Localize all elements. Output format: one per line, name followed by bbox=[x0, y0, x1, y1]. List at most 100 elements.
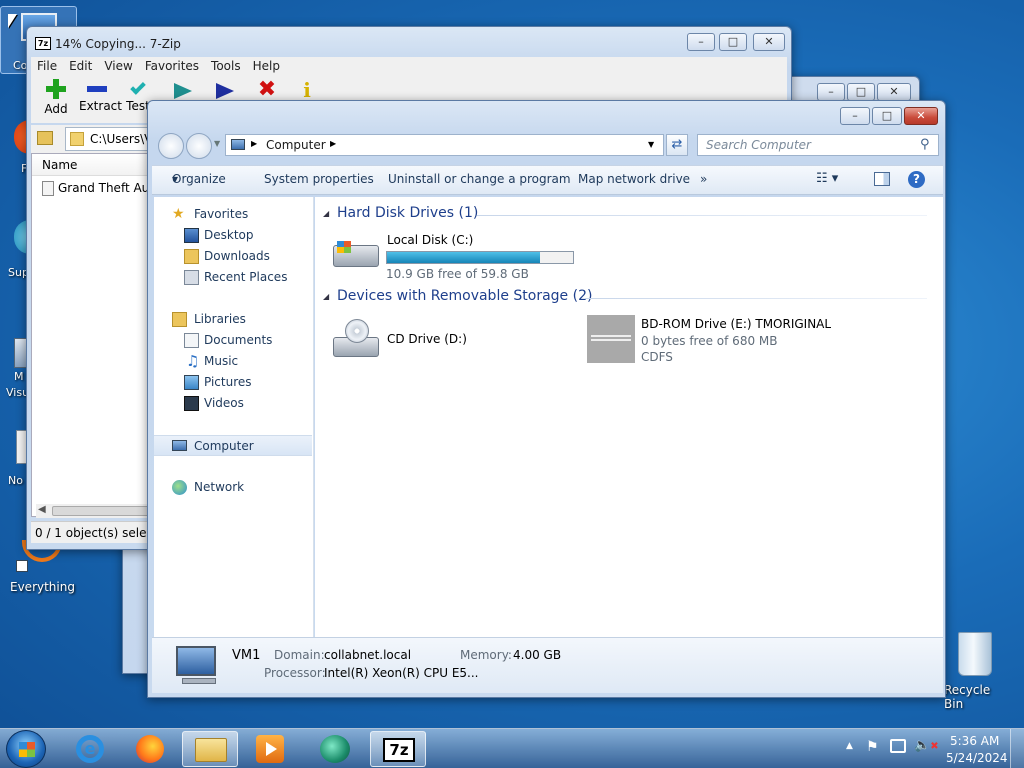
close-button[interactable]: ✕ bbox=[753, 33, 785, 51]
minimize-button[interactable]: – bbox=[687, 33, 715, 51]
menu-help[interactable]: Help bbox=[247, 57, 286, 75]
nav-pictures[interactable]: Pictures bbox=[154, 372, 312, 393]
breadcrumb[interactable]: Computer bbox=[266, 138, 326, 152]
search-placeholder: Search Computer bbox=[706, 138, 811, 152]
nav-downloads[interactable]: Downloads bbox=[154, 246, 312, 267]
sevenzip-title-icon: 7z bbox=[35, 37, 51, 50]
disk-usage-fill bbox=[387, 252, 540, 263]
menu-favorites[interactable]: Favorites bbox=[139, 57, 205, 75]
drive-name: BD-ROM Drive (E:) TMORIGINAL bbox=[641, 317, 832, 331]
taskbar-media-player[interactable] bbox=[242, 731, 298, 767]
close-button[interactable]: ✕ bbox=[877, 83, 911, 101]
network-tray-icon[interactable] bbox=[890, 739, 906, 753]
drive-item-c[interactable]: Local Disk (C:) 10.9 GB free of 59.8 GB bbox=[331, 231, 581, 281]
file-name: Grand Theft Auto bbox=[58, 181, 162, 195]
clock-time[interactable]: 5:36 AM bbox=[950, 734, 999, 748]
action-center-flag-icon[interactable]: ⚑ bbox=[866, 739, 879, 755]
taskbar-app[interactable] bbox=[306, 731, 362, 767]
refresh-button[interactable]: ⇄ bbox=[666, 134, 688, 156]
nav-computer[interactable]: Computer bbox=[154, 435, 312, 456]
extract-button[interactable]: Extract bbox=[79, 79, 122, 113]
minimize-button[interactable]: – bbox=[840, 107, 870, 125]
clock-date[interactable]: 5/24/2024 bbox=[946, 751, 1008, 765]
taskbar-ie[interactable]: e bbox=[62, 731, 118, 767]
volume-muted-icon[interactable]: 🔈✖ bbox=[914, 738, 939, 753]
up-folder-icon[interactable] bbox=[37, 131, 53, 145]
nav-favorites[interactable]: ★ Favorites bbox=[154, 204, 312, 225]
show-desktop-button[interactable] bbox=[1010, 729, 1024, 768]
maximize-button[interactable]: □ bbox=[719, 33, 747, 51]
nav-desktop[interactable]: Desktop bbox=[154, 225, 312, 246]
uninstall-program-button[interactable]: Uninstall or change a program bbox=[388, 166, 571, 192]
file-icon bbox=[42, 181, 54, 196]
drive-item-d[interactable]: CD Drive (D:) bbox=[331, 315, 581, 363]
menu-file[interactable]: File bbox=[31, 57, 63, 75]
nav-network[interactable]: Network bbox=[154, 477, 312, 498]
windows-logo-icon bbox=[337, 241, 351, 253]
nav-libraries[interactable]: Libraries bbox=[154, 309, 312, 330]
minimize-button[interactable]: – bbox=[817, 83, 845, 101]
collapse-arrow-icon[interactable]: ◢ bbox=[323, 209, 329, 218]
minus-icon bbox=[87, 86, 107, 92]
info-button[interactable]: i bbox=[297, 79, 317, 101]
drive-free-space: 10.9 GB free of 59.8 GB bbox=[386, 267, 529, 281]
close-button[interactable]: ✕ bbox=[904, 107, 938, 125]
collapse-arrow-icon[interactable]: ◢ bbox=[323, 292, 329, 301]
nav-recent-places[interactable]: Recent Places bbox=[154, 267, 312, 288]
domain-label: Domain: bbox=[274, 648, 325, 662]
command-bar: Organize ▾ System properties Uninstall o… bbox=[152, 165, 943, 195]
desktop-icon-recycle-bin[interactable]: Recycle Bin bbox=[940, 630, 1012, 711]
nav-documents[interactable]: Documents bbox=[154, 330, 312, 351]
drive-item-e[interactable]: BD-ROM Drive (E:) TMORIGINAL 0 bytes fre… bbox=[587, 315, 887, 367]
taskbar-explorer[interactable] bbox=[182, 731, 238, 767]
address-dropdown-icon[interactable]: ▼ bbox=[648, 140, 654, 149]
nav-music[interactable]: ♫ Music bbox=[154, 351, 312, 372]
breadcrumb-chevron-icon[interactable]: ▶ bbox=[330, 139, 336, 148]
toolbar-label: Add bbox=[44, 102, 68, 116]
organize-button[interactable]: Organize ▾ bbox=[172, 166, 226, 192]
breadcrumb-chevron-icon: ▶ bbox=[251, 139, 258, 148]
recent-pages-chevron-icon[interactable]: ▼ bbox=[214, 139, 220, 148]
more-commands-button[interactable]: » bbox=[700, 166, 707, 192]
menu-tools[interactable]: Tools bbox=[205, 57, 247, 75]
delete-x-icon: ✖ bbox=[257, 77, 277, 102]
computer-name: VM1 bbox=[232, 648, 261, 663]
check-icon bbox=[130, 79, 146, 95]
forward-button[interactable] bbox=[186, 133, 212, 159]
search-input[interactable]: Search Computer ⚲ bbox=[697, 134, 939, 156]
maximize-button[interactable]: □ bbox=[872, 107, 902, 125]
drive-name: Local Disk (C:) bbox=[387, 233, 474, 247]
section-hard-disks[interactable]: Hard Disk Drives (1) bbox=[337, 205, 478, 221]
desktop-icon-label: Everything bbox=[10, 580, 75, 594]
copy-arrow-icon bbox=[174, 83, 192, 99]
taskbar-7zip[interactable]: 7z bbox=[370, 731, 426, 767]
explorer-window[interactable]: – □ ✕ ▼ ▶ Computer ▶ ▼ ⇄ Search Computer… bbox=[147, 100, 946, 698]
plus-icon bbox=[46, 79, 66, 99]
add-button[interactable]: Add bbox=[41, 79, 71, 116]
menu-view[interactable]: View bbox=[98, 57, 138, 75]
recycle-bin-icon bbox=[958, 632, 992, 676]
taskbar-firefox[interactable] bbox=[122, 731, 178, 767]
copy-button[interactable] bbox=[171, 83, 195, 99]
help-icon[interactable]: ? bbox=[908, 171, 925, 188]
system-properties-button[interactable]: System properties bbox=[264, 166, 374, 192]
delete-button[interactable]: ✖ bbox=[255, 79, 279, 101]
search-icon[interactable]: ⚲ bbox=[920, 137, 930, 152]
view-options-icon[interactable]: ☷ ▾ bbox=[816, 166, 838, 192]
nav-videos[interactable]: Videos bbox=[154, 393, 312, 414]
move-button[interactable] bbox=[213, 83, 237, 99]
back-button[interactable] bbox=[158, 133, 184, 159]
memory-value: 4.00 GB bbox=[513, 648, 562, 662]
maximize-button[interactable]: □ bbox=[847, 83, 875, 101]
horizontal-scrollbar[interactable]: ◀ bbox=[36, 504, 156, 518]
show-hidden-icons-button[interactable]: ▲ bbox=[846, 741, 853, 751]
info-icon: i bbox=[303, 78, 311, 102]
start-button[interactable] bbox=[6, 730, 46, 768]
map-network-drive-button[interactable]: Map network drive bbox=[578, 166, 690, 192]
navigation-pane: ★ Favorites Desktop Downloads Recent Pla… bbox=[154, 197, 314, 637]
address-bar[interactable]: ▶ Computer ▶ ▼ bbox=[225, 134, 664, 156]
status-text: 0 / 1 object(s) selecte bbox=[35, 526, 166, 540]
preview-pane-icon[interactable] bbox=[874, 172, 890, 186]
section-removable[interactable]: Devices with Removable Storage (2) bbox=[337, 288, 592, 304]
menu-edit[interactable]: Edit bbox=[63, 57, 98, 75]
